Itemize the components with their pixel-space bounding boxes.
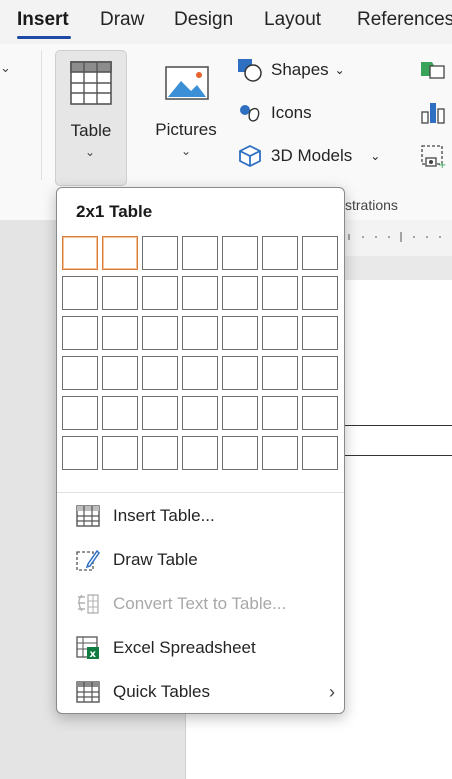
tab-insert[interactable]: Insert xyxy=(17,9,69,31)
pictures-button[interactable]: Pictures ⌄ xyxy=(150,58,222,168)
shapes-icon xyxy=(238,59,262,82)
chevron-down-icon: ⌄ xyxy=(181,144,192,158)
table-grid-cell[interactable] xyxy=(62,356,98,390)
shapes-button[interactable]: Shapes ⌄ xyxy=(237,58,345,82)
svg-text:+: + xyxy=(438,160,446,170)
table-grid-cell[interactable] xyxy=(182,276,218,310)
table-grid-cell[interactable] xyxy=(142,236,178,270)
table-grid-cell[interactable] xyxy=(222,316,258,350)
ribbon-tab-bar: Insert Draw Design Layout References xyxy=(0,0,452,44)
tab-design[interactable]: Design xyxy=(174,9,233,31)
chevron-right-icon: › xyxy=(329,681,335,702)
tab-references[interactable]: References xyxy=(357,9,452,31)
table-grid-cell[interactable] xyxy=(222,276,258,310)
pencil-table-icon xyxy=(75,548,101,572)
3d-models-label: 3D Models xyxy=(271,146,353,165)
quick-tables-icon xyxy=(75,680,101,704)
table-grid-cell[interactable] xyxy=(142,356,178,390)
table-grid-cell[interactable] xyxy=(182,396,218,430)
shapes-label: Shapes xyxy=(271,60,329,79)
table-grid-cell[interactable] xyxy=(102,356,138,390)
table-grid-cell[interactable] xyxy=(262,356,298,390)
insert-table-menu: 2x1 Table Insert Table... Draw Table Con… xyxy=(56,187,345,714)
table-grid-cell[interactable] xyxy=(302,236,338,270)
screenshot-icon[interactable]: + xyxy=(420,144,446,170)
table-grid-cell[interactable] xyxy=(182,236,218,270)
table-grid-cell[interactable] xyxy=(62,276,98,310)
menu-separator xyxy=(57,492,344,493)
table-grid-cell[interactable] xyxy=(102,276,138,310)
ribbon-separator xyxy=(41,50,42,180)
table-grid-cell[interactable] xyxy=(142,436,178,470)
3d-models-button[interactable]: 3D Models ⌄ xyxy=(237,144,380,168)
table-grid-cell[interactable] xyxy=(302,356,338,390)
excel-icon: x xyxy=(75,636,101,660)
svg-text:x: x xyxy=(90,649,97,660)
icons-button[interactable]: Icons xyxy=(237,101,312,125)
chevron-down-icon[interactable]: ⌄ xyxy=(0,60,11,76)
pictures-label: Pictures xyxy=(155,120,217,139)
table-button[interactable]: Table ⌄ xyxy=(55,50,127,186)
table-grid-cell[interactable] xyxy=(102,236,138,270)
table-grid-icon xyxy=(75,504,101,528)
table-grid-cell[interactable] xyxy=(62,236,98,270)
table-grid-cell[interactable] xyxy=(302,436,338,470)
table-grid-cell[interactable] xyxy=(262,236,298,270)
insert-table-label: Insert Table... xyxy=(113,506,215,525)
table-grid-cell[interactable] xyxy=(62,316,98,350)
table-grid-cell[interactable] xyxy=(142,316,178,350)
tab-layout[interactable]: Layout xyxy=(264,9,321,31)
table-grid-cell[interactable] xyxy=(102,396,138,430)
table-grid-cell[interactable] xyxy=(302,396,338,430)
cube-icon xyxy=(239,144,261,168)
chart-icon[interactable] xyxy=(420,100,446,124)
table-icon xyxy=(70,61,112,105)
quick-tables-item[interactable]: Quick Tables › xyxy=(75,674,335,710)
group-label-illustrations: strations xyxy=(345,197,398,213)
draw-table-item[interactable]: Draw Table xyxy=(75,542,335,578)
active-tab-indicator xyxy=(17,36,71,39)
table-grid-cell[interactable] xyxy=(262,436,298,470)
excel-spreadsheet-item[interactable]: x Excel Spreadsheet xyxy=(75,630,335,666)
table-grid-cell[interactable] xyxy=(262,396,298,430)
table-grid-cell[interactable] xyxy=(302,316,338,350)
draw-table-label: Draw Table xyxy=(113,550,198,569)
table-grid-cell[interactable] xyxy=(182,436,218,470)
table-grid-cell[interactable] xyxy=(142,276,178,310)
quick-tables-label: Quick Tables xyxy=(113,682,211,701)
table-grid-cell[interactable] xyxy=(262,316,298,350)
table-grid-cell[interactable] xyxy=(302,276,338,310)
table-grid-cell[interactable] xyxy=(142,396,178,430)
table-grid-cell[interactable] xyxy=(62,396,98,430)
chevron-down-icon: ⌄ xyxy=(334,63,345,77)
table-grid-cell[interactable] xyxy=(222,236,258,270)
table-grid-cell[interactable] xyxy=(102,316,138,350)
chevron-down-icon: ⌄ xyxy=(85,145,96,159)
convert-text-to-table-item[interactable]: Convert Text to Table... xyxy=(75,586,335,622)
table-size-label: 2x1 Table xyxy=(76,202,153,221)
icons-label: Icons xyxy=(271,103,312,122)
chevron-down-icon: ⌄ xyxy=(370,149,381,163)
icons-icon xyxy=(240,105,260,122)
table-grid-cell[interactable] xyxy=(262,276,298,310)
table-label: Table xyxy=(70,121,112,140)
insert-table-item[interactable]: Insert Table... xyxy=(75,498,335,534)
table-grid-cell[interactable] xyxy=(182,356,218,390)
table-grid-cell[interactable] xyxy=(62,436,98,470)
table-grid-cell[interactable] xyxy=(222,396,258,430)
excel-spreadsheet-label: Excel Spreadsheet xyxy=(113,638,256,657)
table-preview-line xyxy=(345,425,452,426)
table-grid-cell[interactable] xyxy=(182,316,218,350)
convert-text-icon xyxy=(75,592,101,616)
tab-draw[interactable]: Draw xyxy=(100,9,144,31)
table-preview-line xyxy=(345,455,452,456)
picture-icon xyxy=(165,66,209,100)
table-grid-cell[interactable] xyxy=(102,436,138,470)
convert-text-to-table-label: Convert Text to Table... xyxy=(113,594,287,613)
table-grid-cell[interactable] xyxy=(222,436,258,470)
smartart-icon[interactable] xyxy=(420,60,446,80)
table-grid-cell[interactable] xyxy=(222,356,258,390)
